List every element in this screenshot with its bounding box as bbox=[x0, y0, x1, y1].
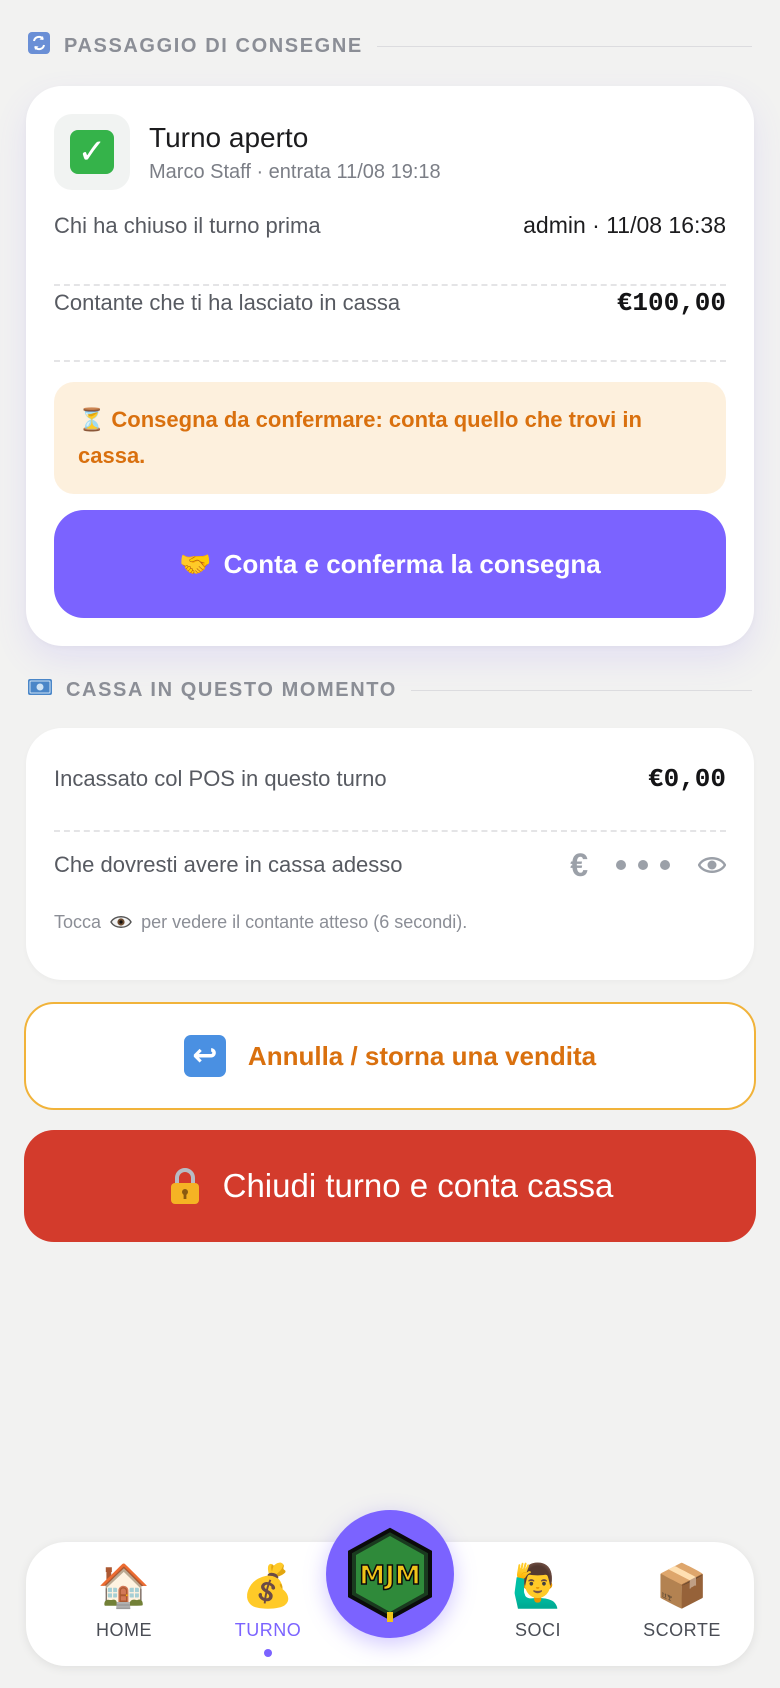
handover-notice-text: Consegna da confermare: conta quello che… bbox=[78, 407, 642, 468]
confirm-handover-label: Conta e conferma la consegna bbox=[223, 548, 601, 579]
cash-section-header: CASSA IN QUESTO MOMENTO bbox=[28, 678, 752, 702]
close-shift-button[interactable]: Chiudi turno e conta cassa bbox=[24, 1130, 756, 1242]
handover-section-title: PASSAGGIO DI CONSEGNE bbox=[64, 34, 363, 57]
counterclockwise-arrows-icon bbox=[28, 32, 50, 60]
center-logo-button[interactable]: MJM bbox=[326, 1510, 454, 1638]
prev-closed-row: Chi ha chiuso il turno prima admin · 11/… bbox=[54, 212, 726, 239]
pos-row: Incassato col POS in questo turno €0,00 bbox=[54, 752, 726, 806]
handover-section-header: PASSAGGIO DI CONSEGNE bbox=[28, 32, 752, 60]
check-mark-icon: ✓ bbox=[70, 130, 114, 174]
pos-value: €0,00 bbox=[647, 764, 726, 794]
handover-card: ✓ Turno aperto Marco Staff · entrata 11/… bbox=[26, 86, 754, 646]
hourglass-icon: ⏳ bbox=[78, 407, 106, 432]
package-icon: 📦 bbox=[655, 1562, 709, 1609]
shift-title: Turno aperto bbox=[149, 121, 309, 153]
masked-dots bbox=[616, 860, 670, 870]
handshake-icon: 🤝 bbox=[179, 548, 212, 579]
lock-icon bbox=[167, 1166, 203, 1206]
undo-sale-button[interactable]: ↩ Annulla / storna una vendita bbox=[24, 1002, 756, 1110]
cash-section-title: CASSA IN QUESTO MOMENTO bbox=[66, 678, 397, 701]
cash-left-value: €100,00 bbox=[616, 288, 726, 318]
person-raising-hand-icon: 🙋‍♂️ bbox=[511, 1562, 565, 1609]
tab-home[interactable]: 🏠 HOME bbox=[64, 1560, 184, 1641]
tab-turno-label: TURNO bbox=[234, 1620, 302, 1640]
money-bag-icon: 💰 bbox=[241, 1562, 295, 1609]
masked-euro-symbol: € bbox=[570, 846, 588, 883]
cash-left-row: Contante che ti ha lasciato in cassa €10… bbox=[54, 288, 726, 318]
banknote-icon bbox=[28, 678, 52, 702]
house-icon: 🏠 bbox=[97, 1562, 151, 1609]
eye-icon[interactable] bbox=[698, 851, 726, 879]
handover-notice: ⏳ Consegna da confermare: conta quello ch… bbox=[54, 382, 726, 494]
tab-soci[interactable]: 🙋‍♂️ SOCI bbox=[478, 1560, 598, 1641]
section-divider bbox=[376, 45, 752, 47]
prev-closed-label: Chi ha chiuso il turno prima bbox=[54, 212, 321, 238]
expected-cash-masked: € bbox=[570, 847, 726, 884]
reveal-hint: Tocca per vedere il contante atteso (6 s… bbox=[54, 912, 467, 935]
row-divider bbox=[54, 830, 726, 832]
row-divider bbox=[54, 360, 726, 362]
pos-label: Incassato col POS in questo turno bbox=[54, 766, 387, 791]
tab-turno[interactable]: 💰 TURNO bbox=[208, 1560, 328, 1657]
prev-closed-value: admin · 11/08 16:38 bbox=[523, 212, 726, 238]
logo-text: MJM bbox=[359, 1561, 420, 1591]
tab-scorte-label: SCORTE bbox=[643, 1620, 721, 1640]
tab-home-label: HOME bbox=[96, 1620, 152, 1640]
cash-left-label: Contante che ti ha lasciato in cassa bbox=[54, 290, 401, 315]
return-arrow-icon: ↩ bbox=[183, 1035, 226, 1077]
tab-soci-label: SOCI bbox=[514, 1620, 561, 1640]
tab-scorte[interactable]: 📦 SCORTE bbox=[622, 1560, 742, 1641]
mjm-logo-icon: MJM bbox=[348, 1527, 432, 1622]
active-tab-indicator bbox=[264, 1649, 272, 1657]
expected-cash-label: Che dovresti avere in cassa adesso bbox=[54, 852, 403, 877]
row-divider bbox=[54, 284, 726, 286]
shift-subtitle: Marco Staff · entrata 11/08 19:18 bbox=[149, 160, 441, 183]
close-shift-label: Chiudi turno e conta cassa bbox=[222, 1167, 614, 1204]
reveal-hint-before: Tocca bbox=[54, 912, 102, 932]
expected-cash-row: Che dovresti avere in cassa adesso € bbox=[54, 838, 726, 892]
undo-sale-label: Annulla / storna una vendita bbox=[247, 1040, 597, 1071]
shift-status-box: ✓ bbox=[54, 114, 130, 190]
confirm-handover-button[interactable]: 🤝 Conta e conferma la consegna bbox=[54, 510, 726, 618]
section-divider bbox=[410, 689, 752, 691]
shift-header: ✓ Turno aperto Marco Staff · entrata 11/… bbox=[54, 114, 441, 190]
cash-card: Incassato col POS in questo turno €0,00 … bbox=[26, 728, 754, 980]
reveal-hint-after: per vedere il contante atteso (6 secondi… bbox=[141, 912, 468, 932]
eye-icon bbox=[110, 914, 132, 935]
